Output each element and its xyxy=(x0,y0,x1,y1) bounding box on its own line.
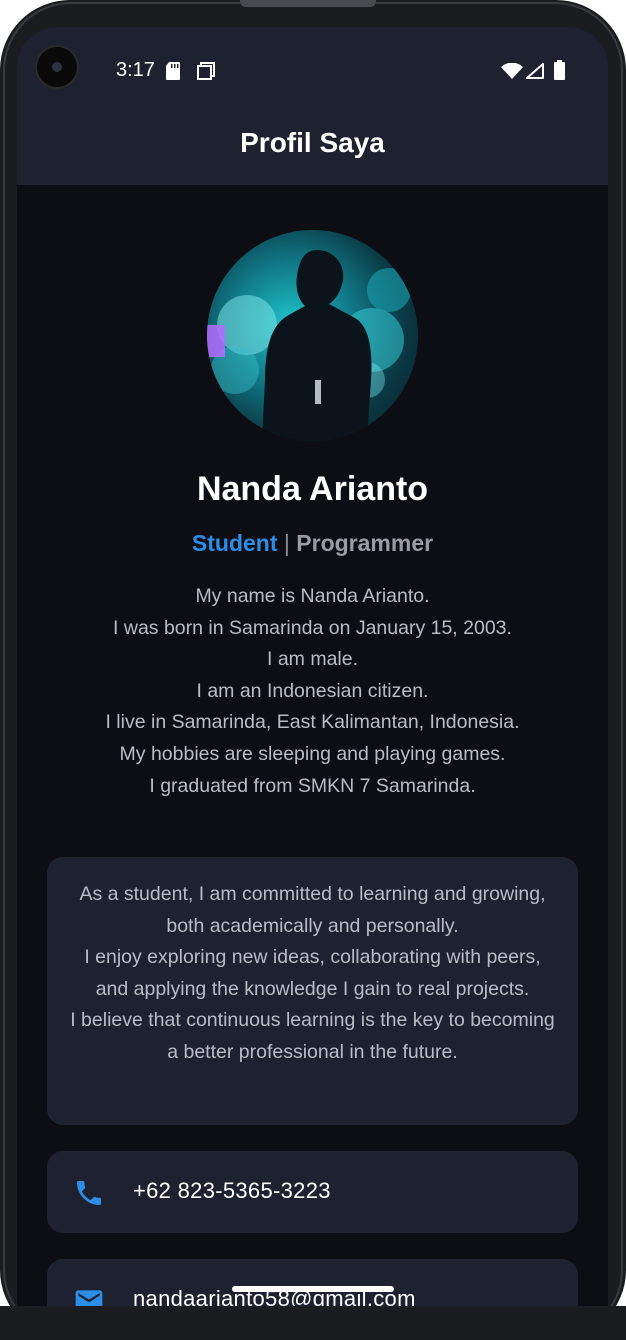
page-title: Profil Saya xyxy=(240,127,385,158)
status-bar: 3:17 xyxy=(17,27,608,115)
about-line: I believe that continuous learning is th… xyxy=(70,1009,555,1063)
mail-icon xyxy=(75,1290,103,1307)
phone-frame: 3:17 Profil Saya Nanda Arianto Student |… xyxy=(0,0,626,1340)
home-indicator[interactable] xyxy=(232,1286,394,1292)
bio-line: My hobbies are sleeping and playing game… xyxy=(119,742,506,765)
battery-icon xyxy=(554,60,565,80)
bio-line: I am an Indonesian citizen. xyxy=(196,679,429,702)
profile-bio: My name is Nanda Arianto. I was born in … xyxy=(37,581,588,802)
phone-contact-card[interactable]: +62 823-5365-3223 xyxy=(47,1151,578,1233)
bio-line: I graduated from SMKN 7 Samarinda. xyxy=(149,774,476,797)
role-programmer: Programmer xyxy=(296,530,434,556)
bio-line: My name is Nanda Arianto. xyxy=(195,585,430,607)
phone-icon xyxy=(77,1181,101,1205)
about-line: As a student, I am committed to learning… xyxy=(79,883,546,937)
email-contact-card[interactable]: nandaarianto58@gmail.com xyxy=(47,1259,578,1307)
about-card: As a student, I am committed to learning… xyxy=(47,857,578,1125)
about-line: I enjoy exploring new ideas, collaborati… xyxy=(84,946,541,1000)
bio-line: I was born in Samarinda on January 15, 2… xyxy=(113,616,512,639)
status-time: 3:17 xyxy=(116,59,155,81)
avatar xyxy=(207,230,418,441)
bio-line: I live in Samarinda, East Kalimantan, In… xyxy=(105,711,520,734)
speaker-grille xyxy=(240,0,376,7)
front-camera xyxy=(37,47,77,87)
app-bar: Profil Saya xyxy=(17,115,608,185)
screen: 3:17 Profil Saya Nanda Arianto Student |… xyxy=(17,27,608,1307)
about-text: As a student, I am committed to learning… xyxy=(67,879,558,1069)
phone-number: +62 823-5365-3223 xyxy=(133,1178,331,1203)
bio-line: I am male. xyxy=(266,648,359,671)
sd-card-icon xyxy=(166,62,180,80)
profile-roles: Student | Programmer xyxy=(17,530,608,557)
signal-icon xyxy=(526,63,544,79)
phone-bottom-bezel xyxy=(0,1306,626,1340)
wifi-icon xyxy=(501,63,523,79)
screen-record-icon xyxy=(197,62,215,80)
profile-name: Nanda Arianto xyxy=(196,470,429,508)
avatar-photo xyxy=(207,250,411,441)
role-student: Student xyxy=(191,530,278,556)
role-separator: | xyxy=(283,530,290,556)
